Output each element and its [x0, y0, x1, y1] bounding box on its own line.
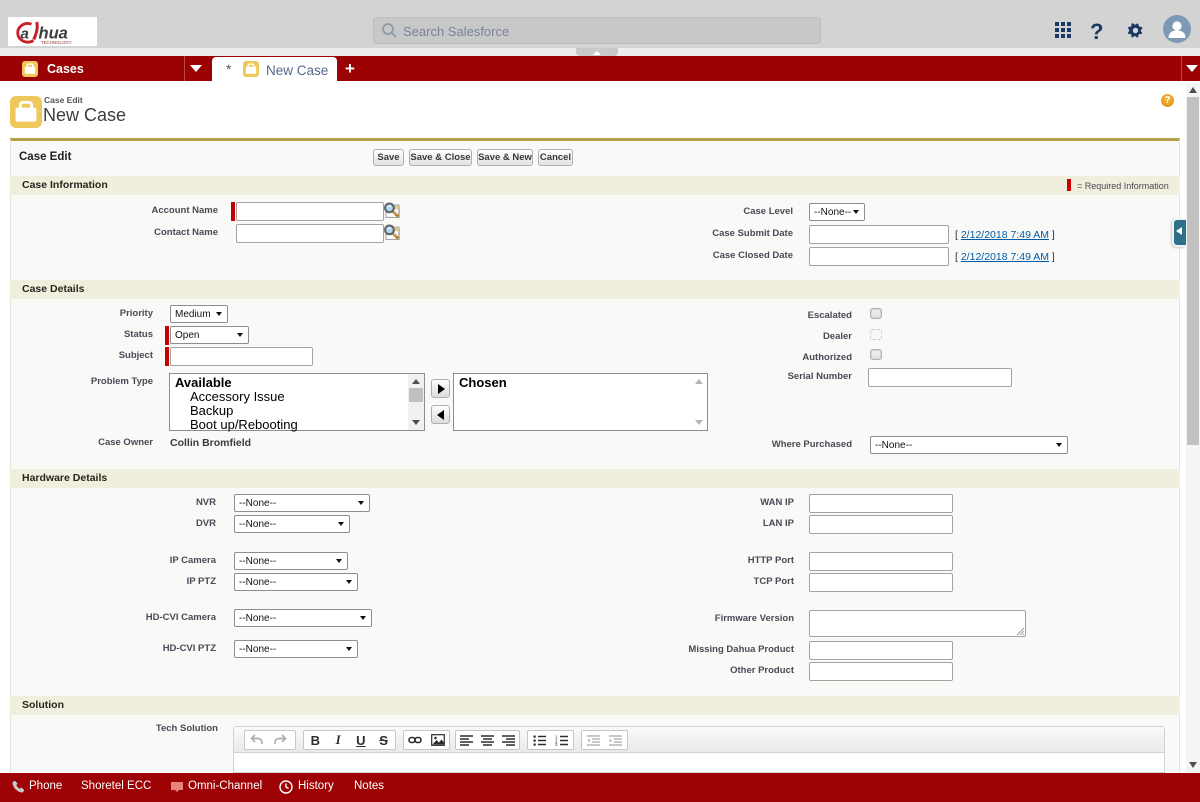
svg-text:a: a [21, 26, 29, 43]
svg-text:3: 3 [555, 742, 558, 746]
svg-text:TECHNOLOGY: TECHNOLOGY [41, 40, 72, 45]
